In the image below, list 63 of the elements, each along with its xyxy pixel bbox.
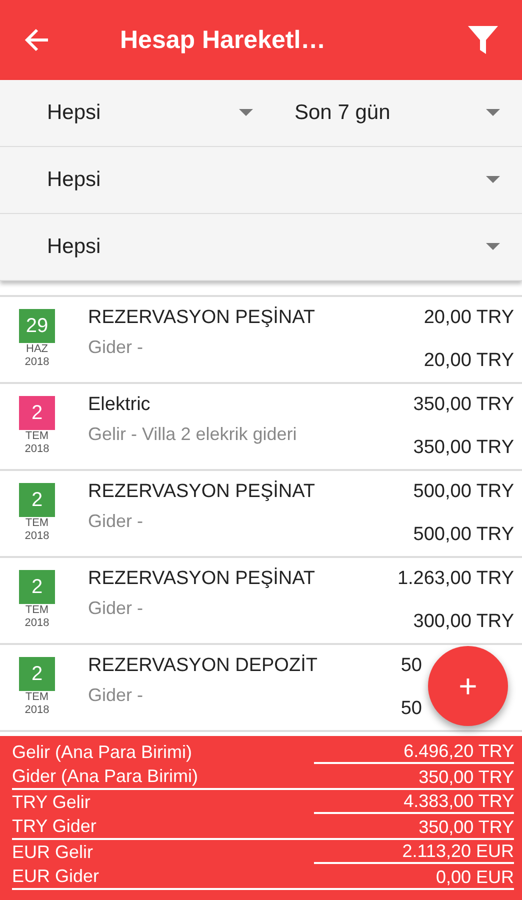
add-button[interactable]: +	[428, 646, 508, 726]
summary-value: 6.496,20 TRY	[314, 740, 514, 764]
dropdown-caret-icon	[486, 176, 500, 184]
summary-value: 350,00 TRY	[418, 766, 514, 788]
month-label: TEM	[25, 430, 49, 443]
transaction-subtitle: Gider -	[88, 598, 144, 619]
screen-title: Hesap Hareketl…	[119, 26, 327, 54]
year-label: 2018	[24, 530, 50, 543]
amount: 50	[400, 655, 422, 677]
amount: 1.263,00 TRY	[397, 568, 514, 590]
month-label: TEM	[25, 517, 49, 530]
transaction-subtitle: Gider -	[88, 685, 144, 706]
year-label: 2018	[24, 443, 50, 456]
day-badge: 2	[19, 570, 55, 604]
amount: 50	[400, 698, 422, 720]
summary-label: Gider (Ana Para Birimi)	[12, 765, 198, 788]
dropdown-caret-icon	[238, 109, 252, 117]
dropdown[interactable]: Hepsi	[0, 147, 522, 213]
summary-label: Gelir (Ana Para Birimi)	[12, 741, 192, 764]
day-badge: 2	[19, 657, 55, 691]
summary-value: 0,00 EUR	[434, 866, 514, 888]
amount: 300,00 TRY	[413, 611, 514, 633]
amount: 20,00 TRY	[424, 350, 514, 372]
transaction-subtitle: Gider -	[88, 511, 144, 532]
transaction-title: REZERVASYON DEPOZİT	[88, 655, 318, 677]
month-label: TEM	[25, 604, 49, 617]
year-label: 2018	[24, 617, 50, 630]
amount: 500,00 TRY	[413, 481, 514, 503]
day-badge: 2	[19, 396, 55, 430]
filter-icon	[468, 26, 498, 54]
transaction-title: REZERVASYON PEŞİNAT	[88, 307, 316, 329]
summary-label: EUR Gider	[12, 865, 100, 888]
amount: 350,00 TRY	[413, 394, 514, 416]
month-label: TEM	[25, 691, 49, 704]
transaction-subtitle: Gider -	[88, 337, 144, 358]
summary-value: 4.383,00 TRY	[314, 790, 514, 814]
transaction-title: REZERVASYON PEŞİNAT	[88, 568, 316, 590]
summary-label: TRY Gelir	[12, 791, 90, 814]
dropdown[interactable]: Hepsi	[0, 214, 522, 280]
summary-value: 350,00 TRY	[418, 816, 514, 838]
summary-label: TRY Gider	[12, 815, 96, 838]
transaction-row[interactable]: 29 HAZ 2018 REZERVASYON PEŞİNAT Gider - 20,00 TRY 20,00 TRY	[0, 297, 522, 384]
dropdown[interactable]: Son 7 gün	[274, 80, 522, 146]
transaction-subtitle: Gelir - Villa 2 elekrik gideri	[88, 424, 298, 445]
transaction-row[interactable]: 2 TEM 2018 REZERVASYON PEŞİNAT Gider - 500,00 TRY 500,00 TRY	[0, 471, 522, 558]
summary-label: EUR Gelir	[12, 841, 94, 864]
day-badge: 29	[19, 309, 55, 343]
year-label: 2018	[24, 704, 50, 717]
amount: 350,00 TRY	[413, 437, 514, 459]
amount: 20,00 TRY	[424, 307, 514, 329]
back-arrow-icon	[24, 28, 50, 52]
summary-value: 2.113,20 EUR	[314, 840, 514, 864]
dropdown[interactable]: Hepsi	[0, 80, 274, 146]
transaction-row[interactable]: 2 TEM 2018 Elektric Gelir - Villa 2 elekrik gideri 350,00 TRY 350,00 TRY	[0, 384, 522, 471]
month-label: HAZ	[26, 343, 48, 356]
transaction-title: Elektric	[88, 394, 152, 416]
day-badge: 2	[19, 483, 55, 517]
dropdown-caret-icon	[486, 243, 500, 251]
year-label: 2018	[24, 356, 50, 369]
amount: 500,00 TRY	[413, 524, 514, 546]
dropdown-caret-icon	[486, 109, 500, 117]
transaction-title: REZERVASYON PEŞİNAT	[88, 481, 316, 503]
transaction-row[interactable]: 2 TEM 2018 REZERVASYON PEŞİNAT Gider - 1.263,00 TRY 300,00 TRY	[0, 558, 522, 645]
